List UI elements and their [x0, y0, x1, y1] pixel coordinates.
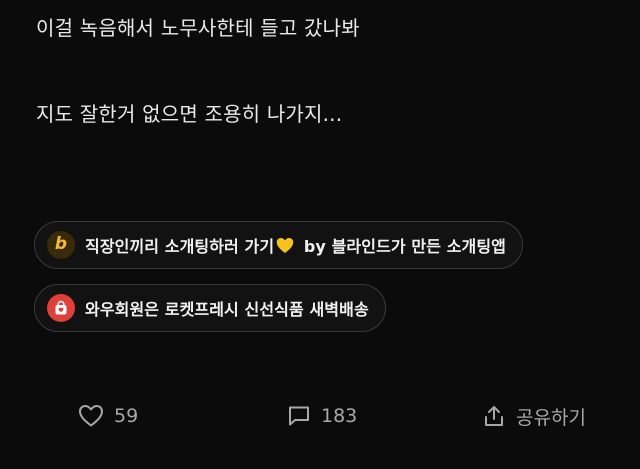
post-body: 이걸 녹음해서 노무사한테 들고 갔나봐 지도 잘한거 없으면 조용히 나가지.… — [36, 14, 616, 128]
post-text-line: 이걸 녹음해서 노무사한테 들고 갔나봐 — [36, 16, 360, 40]
sponsored-links: b 직장인끼리 소개팅하러 가기 by 블라인드가 만든 소개팅앱 와우회원은 … — [34, 221, 523, 332]
post-action-bar: 59 183 공유하기 — [0, 396, 640, 436]
post-text-line: 지도 잘한거 없으면 조용히 나가지... — [36, 102, 343, 126]
heart-icon — [79, 405, 103, 427]
share-button[interactable]: 공유하기 — [482, 396, 586, 436]
share-label: 공유하기 — [516, 406, 586, 429]
ad-chip-label: 직장인끼리 소개팅하러 가기 by 블라인드가 만든 소개팅앱 — [85, 237, 506, 256]
comment-count: 183 — [321, 405, 358, 427]
blind-b-logo-icon: b — [47, 231, 75, 259]
share-icon — [485, 406, 503, 426]
like-button[interactable]: 59 — [78, 396, 138, 436]
comment-button[interactable]: 183 — [287, 396, 357, 436]
ad-chip-label: 와우회원은 로켓프레시 신선식품 새벽배송 — [85, 300, 369, 319]
comment-icon — [289, 406, 309, 426]
ad-chip-rocket-fresh[interactable]: 와우회원은 로켓프레시 신선식품 새벽배송 — [34, 284, 386, 332]
like-count: 59 — [114, 405, 139, 427]
yellow-heart-emoji-icon — [276, 238, 294, 253]
ad-chip-blind-dating[interactable]: b 직장인끼리 소개팅하러 가기 by 블라인드가 만든 소개팅앱 — [34, 221, 523, 269]
shopping-bag-icon — [47, 294, 75, 322]
